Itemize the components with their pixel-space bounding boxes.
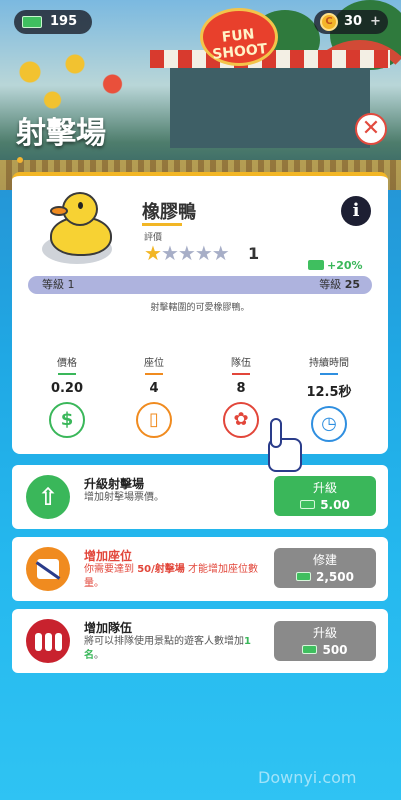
coin-value: 30	[344, 14, 363, 29]
upgrade-subtitle: 你需要達到 50/射擊場 才能增加座位數量。	[84, 563, 274, 591]
queue-icon: ✿	[223, 402, 259, 438]
subtitle-text: 你需要達到	[84, 564, 138, 575]
button-price: 500	[274, 643, 376, 657]
upgrade-row-queue: 增加隊伍 將可以排隊使用景點的遊客人數增加1 名。 升級 500	[12, 609, 388, 673]
subtitle-highlight: 50/射擊場	[137, 564, 185, 575]
cash-icon	[302, 645, 318, 654]
bonus-value: +20%	[327, 259, 363, 272]
upgrade-subtitle: 將可以排隊使用景點的遊客人數增加1 名。	[84, 635, 274, 663]
coin-counter[interactable]: C 30 +	[314, 10, 388, 34]
current-level: 等級 1	[42, 278, 75, 291]
coin-icon: C	[320, 13, 338, 31]
stat-underline	[320, 373, 338, 375]
stat-seats: 座位 4 ▯	[119, 354, 189, 438]
item-name: 橡膠鴨	[142, 202, 196, 223]
stat-price: 價格 0.20 $	[32, 354, 102, 438]
upgrade-title: 升級射擊場	[84, 477, 145, 491]
upgrade-row-seats: 增加座位 你需要達到 50/射擊場 才能增加座位數量。 修建 2,500	[12, 537, 388, 601]
item-card: 橡膠鴨 評價 ★★★★★ 1 i +20% 等級 1 等級 25 射擊轄圍的可愛…	[12, 172, 388, 454]
clock-icon: ◷	[311, 406, 347, 442]
price-value: 5.00	[320, 498, 350, 512]
cash-icon	[308, 260, 324, 270]
upgrade-subtitle: 增加射擊場票價。	[84, 492, 164, 503]
star-icon: ★	[177, 241, 196, 265]
button-label: 修建	[312, 553, 337, 567]
subtitle-text: 。	[94, 650, 104, 661]
rating-count: 1	[248, 244, 260, 263]
stat-value: 12.5秒	[306, 385, 352, 400]
page-title: 射擊場	[16, 116, 106, 151]
star-icon: ★	[144, 241, 162, 265]
star-icon: ★	[194, 241, 213, 265]
max-level-value: 25	[344, 278, 360, 291]
up-arrow-icon: ⇧	[26, 475, 70, 519]
price-value: 2,500	[316, 570, 354, 584]
upgrade-queue-button[interactable]: 升級 500	[274, 621, 376, 661]
star-rating: ★★★★★	[144, 241, 230, 265]
info-button[interactable]: i	[341, 196, 371, 226]
cash-icon	[300, 500, 316, 509]
cash-counter: 195	[14, 10, 92, 34]
seat-icon: ▯	[136, 402, 172, 438]
cash-icon	[296, 572, 312, 581]
bonus-badge: +20%	[308, 259, 363, 272]
star-icon: ★	[211, 241, 230, 265]
cash-icon	[22, 16, 42, 28]
watermark: Downyi.com	[258, 768, 357, 787]
build-seats-button[interactable]: 修建 2,500	[274, 548, 376, 588]
button-label: 升級	[312, 481, 337, 495]
upgrade-range-button[interactable]: 升級 5.00	[274, 476, 376, 516]
star-icon: ★	[160, 241, 179, 265]
button-price: 5.00	[274, 498, 376, 512]
seat-icon	[26, 547, 70, 591]
stat-label: 持續時間	[309, 358, 349, 369]
stat-label: 座位	[144, 358, 164, 369]
name-underline	[142, 223, 182, 226]
shooting-booth	[170, 68, 370, 148]
stat-label: 隊伍	[231, 358, 251, 369]
button-price: 2,500	[274, 570, 376, 584]
indicator-dot	[17, 157, 23, 163]
stat-value: 4	[149, 381, 159, 396]
upgrade-title: 增加座位	[84, 549, 133, 563]
people-icon	[26, 619, 70, 663]
subtitle-text: 將可以排隊使用景點的遊客人數增加	[84, 636, 244, 647]
cash-value: 195	[50, 14, 78, 29]
stat-value: 8	[236, 381, 246, 396]
stat-label: 價格	[57, 358, 77, 369]
dollar-icon: $	[49, 402, 85, 438]
upgrade-row-range: ⇧ 升級射擊場 增加射擊場票價。 升級 5.00	[12, 465, 388, 529]
stat-value: 0.20	[50, 381, 84, 396]
pointer-hand-icon	[258, 418, 308, 478]
stat-underline	[232, 373, 250, 375]
price-value: 500	[322, 643, 348, 657]
add-coins-icon[interactable]: +	[370, 10, 381, 34]
stat-underline	[58, 373, 76, 375]
upgrade-title: 增加隊伍	[84, 621, 133, 635]
level-bar: 等級 1 等級 25	[28, 276, 372, 294]
max-level: 等級 25	[319, 276, 360, 294]
button-label: 升級	[312, 626, 337, 640]
rubber-duck-icon	[42, 190, 122, 266]
max-level-label: 等級	[319, 278, 342, 291]
stat-underline	[145, 373, 163, 375]
close-button[interactable]: ✕	[355, 113, 387, 145]
item-description: 射擊轄圍的可愛橡膠鴨。	[150, 303, 250, 313]
